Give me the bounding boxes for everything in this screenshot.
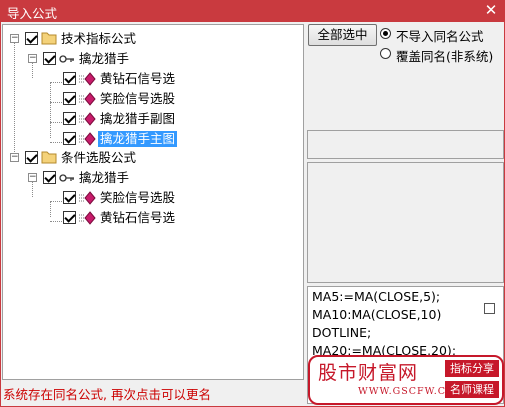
node-checkbox[interactable] [25, 32, 38, 45]
node-label: 黄钻石信号选 [100, 210, 176, 225]
watermark-tag: 名师课程 [445, 381, 499, 398]
gem-icon [79, 191, 97, 208]
node-label: 条件选股公式 [61, 150, 137, 165]
formula-info-box [307, 130, 504, 159]
node-label: 笑脸信号选股 [100, 91, 176, 106]
code-line: DOTLINE; [312, 325, 372, 340]
select-all-button[interactable]: 全部选中 [308, 24, 377, 46]
node-checkbox[interactable] [43, 171, 56, 184]
tree-connector [50, 122, 62, 123]
tree-connector [50, 201, 62, 202]
node-checkbox[interactable] [63, 92, 76, 105]
gem-icon [79, 132, 97, 149]
node-label: 笑脸信号选股 [100, 190, 176, 205]
formula-tree[interactable]: − 技术指标公式 − 擒龙猎手 黄钻石信号选 笑脸信号选股 擒龙猎手副图 擒龙猎… [2, 24, 304, 380]
collapse-icon[interactable]: − [10, 153, 19, 162]
node-label: 擒龙猎手 [79, 51, 130, 66]
tree-connector [50, 201, 51, 217]
dialog-title: 导入公式 [7, 6, 58, 21]
tree-connector [50, 142, 62, 143]
node-label: 技术指标公式 [61, 31, 137, 46]
collapse-icon[interactable]: − [28, 173, 37, 182]
node-label: 黄钻石信号选 [100, 71, 176, 86]
watermark-title: 股市财富网 [318, 362, 419, 384]
title-bar[interactable]: 导入公式 ✕ [0, 0, 505, 22]
status-message: 系统存在同名公式, 再次点击可以更名 [3, 387, 211, 402]
gem-icon [79, 72, 97, 89]
node-checkbox[interactable] [63, 211, 76, 224]
tree-connector [32, 181, 33, 197]
radio-label: 不导入同名公式 [396, 29, 484, 44]
key-icon [59, 172, 75, 186]
folder-icon [41, 31, 57, 48]
node-checkbox[interactable] [63, 112, 76, 125]
folder-icon [41, 150, 57, 167]
tree-connector [50, 82, 51, 138]
code-checkbox[interactable] [484, 303, 495, 314]
node-checkbox[interactable] [25, 151, 38, 164]
code-line: MA5:=MA(CLOSE,5); [312, 289, 441, 304]
code-line: MA10:MA(CLOSE,10) [312, 307, 442, 322]
watermark-tag: 指标分享 [445, 360, 499, 377]
collapse-icon[interactable]: − [28, 54, 37, 63]
node-checkbox[interactable] [63, 191, 76, 204]
key-icon [59, 53, 75, 67]
dialog-body: − 技术指标公式 − 擒龙猎手 黄钻石信号选 笑脸信号选股 擒龙猎手副图 擒龙猎… [1, 22, 504, 406]
radio-button[interactable] [380, 28, 391, 39]
gem-icon [79, 112, 97, 129]
tree-connector [14, 42, 15, 158]
tree-connector [50, 82, 62, 83]
gem-icon [79, 211, 97, 228]
formula-description-box [307, 162, 504, 283]
node-label: 擒龙猎手副图 [100, 111, 176, 126]
tree-connector [50, 221, 62, 222]
gem-icon [79, 92, 97, 109]
node-checkbox[interactable] [43, 52, 56, 65]
node-label: 擒龙猎手 [79, 170, 130, 185]
node-checkbox[interactable] [63, 72, 76, 85]
radio-button[interactable] [380, 48, 391, 59]
collapse-icon[interactable]: − [10, 34, 19, 43]
close-icon[interactable]: ✕ [483, 2, 499, 18]
radio-label: 覆盖同名(非系统) [396, 49, 494, 64]
node-label: 擒龙猎手主图 [98, 131, 178, 147]
tree-connector [32, 62, 33, 78]
tree-connector [50, 102, 62, 103]
import-formula-dialog: 导入公式 ✕ − 技术指标公式 − 擒龙猎手 黄钻石信号选 笑脸信号选股 擒龙猎… [0, 0, 505, 407]
site-watermark: 股市财富网 WWW.GSCFW.COM 指标分享 名师课程 [308, 355, 504, 405]
node-checkbox[interactable] [63, 132, 76, 145]
